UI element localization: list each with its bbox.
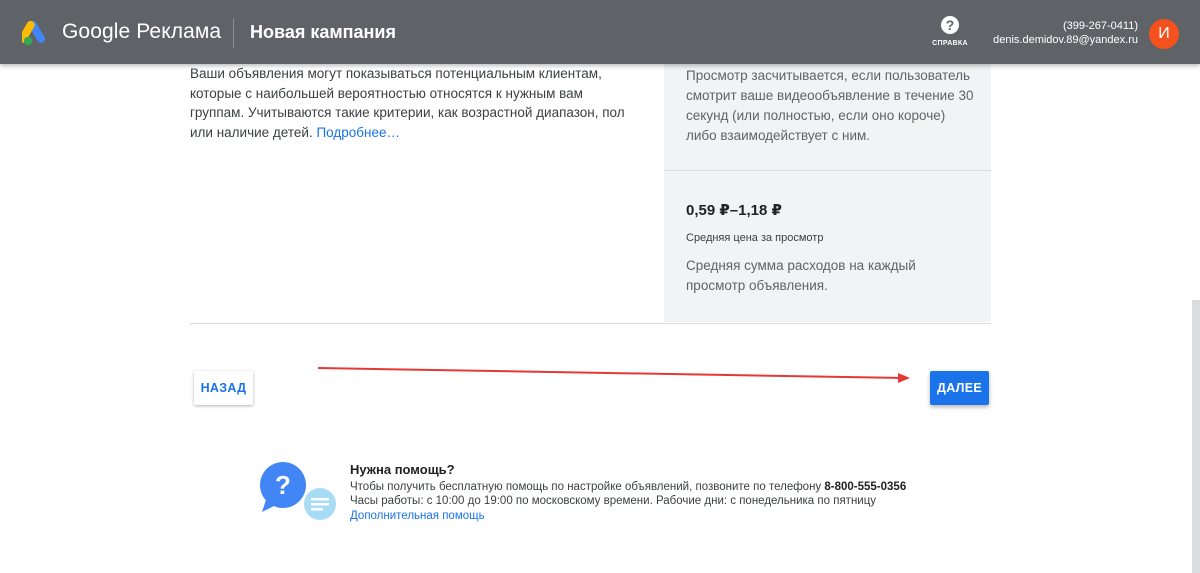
help-phone: 8-800-555-0356 <box>824 480 907 493</box>
help-hours: Часы работы: с 10:00 до 19:00 по московс… <box>350 495 877 507</box>
price-description: Средняя сумма расходов на каждый просмот… <box>686 258 916 293</box>
help-icon: ? <box>941 16 959 34</box>
description-text: Ваши объявления могут показываться потен… <box>190 66 625 140</box>
brand-name[interactable]: Google Реклама <box>62 20 221 44</box>
help-block: Нужна помощь? Чтобы получить бесплатную … <box>350 462 990 524</box>
next-button[interactable]: ДАЛЕЕ <box>930 371 989 405</box>
annotation-arrow-icon <box>318 367 910 383</box>
price-range: 0,59 ₽–1,18 ₽ <box>686 202 782 219</box>
panel-divider <box>664 170 991 171</box>
help-title: Нужна помощь? <box>350 462 455 477</box>
scrollbar[interactable] <box>1192 300 1200 573</box>
account-info[interactable]: (399-267-0411) denis.demidov.89@yandex.r… <box>993 19 1138 47</box>
info-panel: Просмотр засчитывается, если пользовател… <box>664 64 991 322</box>
learn-more-link[interactable]: Подробнее… <box>316 125 400 140</box>
help-illustration-icon: ? <box>260 462 336 520</box>
help-line-1: Чтобы получить бесплатную помощь по наст… <box>350 480 990 495</box>
svg-text:?: ? <box>275 470 291 500</box>
price-label: Средняя цена за просмотр <box>686 232 824 244</box>
audience-description: Ваши объявления могут показываться потен… <box>190 64 640 142</box>
avatar[interactable]: И <box>1149 19 1179 49</box>
top-app-bar: Google Реклама Новая кампания ? СПРАВКА … <box>0 0 1200 64</box>
account-email: denis.demidov.89@yandex.ru <box>993 34 1138 46</box>
more-help-link[interactable]: Дополнительная помощь <box>350 509 990 524</box>
google-ads-logo-icon[interactable] <box>22 20 52 46</box>
help-call-text: Чтобы получить бесплатную помощь по наст… <box>350 480 825 493</box>
help-label: СПРАВКА <box>932 40 968 47</box>
page-title: Новая кампания <box>250 22 396 42</box>
back-button[interactable]: НАЗАД <box>194 371 253 405</box>
view-explanation: Просмотр засчитывается, если пользовател… <box>686 68 974 143</box>
section-divider <box>190 323 991 324</box>
header-divider <box>233 18 234 48</box>
account-id: (399-267-0411) <box>1062 20 1138 32</box>
help-button[interactable]: ? СПРАВКА <box>928 16 972 56</box>
